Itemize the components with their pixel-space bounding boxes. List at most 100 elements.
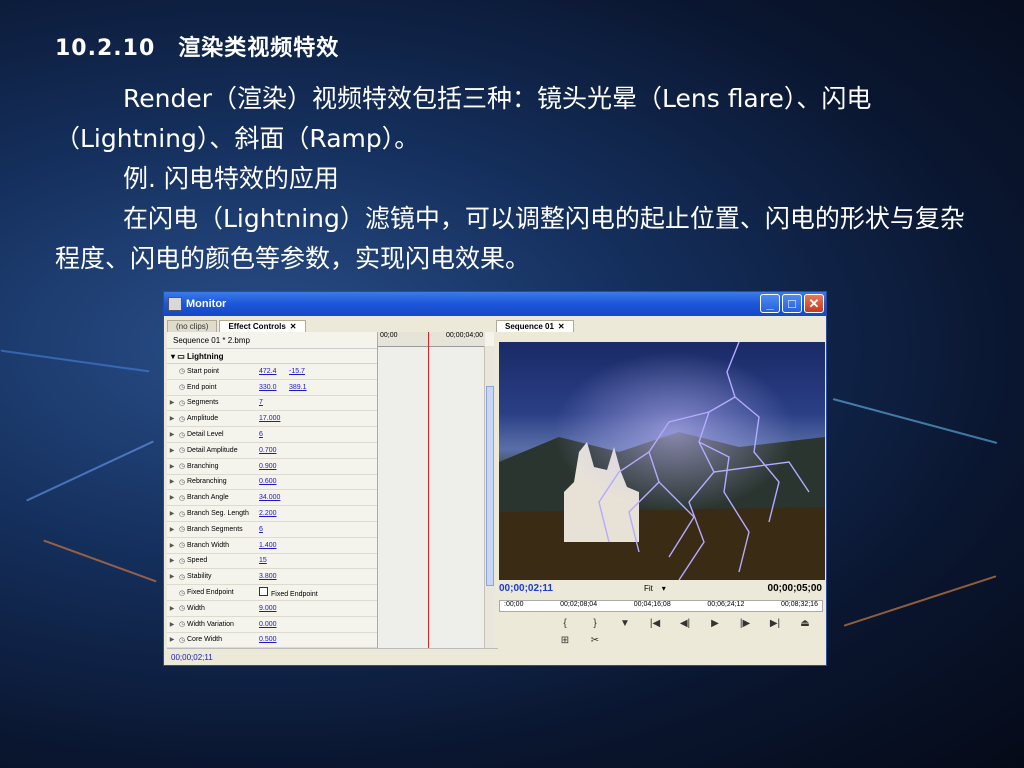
stopwatch-icon[interactable]: ◷ [177,415,187,423]
parameter-row[interactable]: ▶ ◷ Detail Level 6 [167,427,377,443]
close-button[interactable]: ✕ [804,294,824,313]
parameter-row[interactable]: ◷ Start point 472.4 -15.7 [167,364,377,380]
zoom-fit-select[interactable]: Fit ▾ [644,584,666,593]
extract-icon[interactable]: ⊞ [556,635,574,646]
parameter-row[interactable]: ▶ ◷ Stability 3.800 [167,569,377,586]
close-tab-icon[interactable]: ✕ [558,322,565,331]
tab-effect-controls[interactable]: Effect Controls ✕ [219,320,306,332]
stopwatch-icon[interactable]: ◷ [177,478,187,486]
expand-triangle-icon[interactable]: ▶ [167,636,177,643]
go-to-in-icon[interactable]: |◀ [646,618,664,629]
expand-triangle-icon[interactable]: ▶ [167,431,177,438]
go-to-out-icon[interactable]: ▶| [766,618,784,629]
parameter-row[interactable]: ▶ ◷ Branch Width 1.400 [167,537,377,554]
expand-triangle-icon[interactable]: ▶ [167,542,177,549]
maximize-button[interactable]: □ [782,294,802,313]
expand-triangle-icon[interactable]: ▶ [167,463,177,470]
trim-icon[interactable]: ✂ [586,635,604,646]
expand-triangle-icon[interactable]: ▶ [167,447,177,454]
step-back-icon[interactable]: ◀| [676,618,694,629]
parameter-row[interactable]: ▶ ◷ Width Variation 0.000 [167,616,377,633]
video-preview[interactable] [499,342,825,580]
parameter-value[interactable]: 330.0 [259,384,289,391]
stopwatch-icon[interactable]: ◷ [177,399,187,407]
parameter-row[interactable]: ▶ ◷ Speed 15 [167,553,377,570]
expand-triangle-icon[interactable]: ▶ [167,605,177,612]
effect-timeline[interactable]: 00;00 00;00;04;00 [377,332,485,648]
stopwatch-icon[interactable]: ◷ [177,636,187,644]
parameter-row[interactable]: ◷ Fixed Endpoint Fixed Endpoint [167,585,377,601]
play-icon[interactable]: ▶ [706,618,724,629]
stopwatch-icon[interactable]: ◷ [177,525,187,533]
stopwatch-icon[interactable]: ◷ [177,431,187,439]
mark-in-icon[interactable]: { [556,618,574,629]
stopwatch-icon[interactable]: ◷ [177,557,187,565]
stopwatch-icon[interactable]: ◷ [177,510,187,518]
parameter-value[interactable]: 6 [259,431,289,438]
parameter-value[interactable]: 15 [259,557,289,564]
stopwatch-icon[interactable]: ◷ [177,604,187,612]
parameter-value[interactable]: 2.200 [259,510,289,517]
parameter-row[interactable]: ▶ ◷ Segments 7 [167,395,377,412]
current-timecode[interactable]: 00;00;02;11 [499,583,553,594]
expand-triangle-icon[interactable]: ▶ [167,573,177,580]
expand-triangle-icon[interactable]: ▶ [167,621,177,628]
parameter-value-2[interactable]: 389.1 [289,384,319,391]
step-forward-icon[interactable]: |▶ [736,618,754,629]
parameter-value[interactable]: 0.600 [259,478,289,485]
scrollbar-thumb[interactable] [486,386,494,586]
expand-triangle-icon[interactable]: ▶ [167,557,177,564]
tab-no-clips[interactable]: (no clips) [167,320,218,332]
stopwatch-icon[interactable]: ◷ [177,462,187,470]
mark-out-icon[interactable]: } [586,618,604,629]
stopwatch-icon[interactable]: ◷ [177,573,187,581]
footer-timecode[interactable]: 00;00;02;11 [171,653,213,662]
parameter-value[interactable]: 3.800 [259,573,289,580]
parameter-row[interactable]: ▶ ◷ Detail Amplitude 0.700 [167,442,377,459]
stopwatch-icon[interactable]: ◷ [177,589,187,597]
parameter-row[interactable]: ▶ ◷ Amplitude 17.000 [167,411,377,428]
expand-triangle-icon[interactable]: ▶ [167,399,177,406]
parameter-value[interactable]: 17.000 [259,415,289,422]
parameter-value-2[interactable]: -15.7 [289,368,319,375]
expand-triangle-icon[interactable]: ▶ [167,415,177,422]
parameter-value[interactable]: 9.000 [259,605,289,612]
stopwatch-icon[interactable]: ◷ [177,383,187,391]
playhead-line[interactable] [428,332,429,648]
parameter-row[interactable]: ▶ ◷ Branch Angle 34.000 [167,490,377,507]
parameter-value[interactable]: 0.900 [259,463,289,470]
parameter-row[interactable]: ▶ ◷ Core Width 0.500 [167,632,377,649]
stopwatch-icon[interactable]: ◷ [177,541,187,549]
parameter-value[interactable]: 1.400 [259,542,289,549]
expand-triangle-icon[interactable]: ▶ [167,478,177,485]
program-time-ruler[interactable]: :00;00 00;02;08;04 00;04;16;08 00;06;24;12 0… [499,600,823,612]
vertical-scrollbar[interactable] [484,346,495,648]
window-titlebar[interactable]: Monitor _ □ ✕ [164,292,826,316]
lift-icon[interactable]: ⏏ [796,618,814,629]
parameter-row[interactable]: ◷ End point 330.0 389.1 [167,379,377,396]
stopwatch-icon[interactable]: ◷ [177,446,187,454]
parameter-value[interactable]: 0.000 [259,621,289,628]
parameter-row[interactable]: ▶ ◷ Width 9.000 [167,600,377,617]
parameter-row[interactable]: ▶ ◷ Rebranching 0.600 [167,474,377,491]
expand-triangle-icon[interactable]: ▶ [167,526,177,533]
effect-header-lightning[interactable]: ▾ ▭ Lightning [167,349,377,364]
stopwatch-icon[interactable]: ◷ [177,367,187,375]
parameter-value[interactable]: 472.4 [259,368,289,375]
tab-sequence-01[interactable]: Sequence 01 ✕ [496,320,574,332]
stopwatch-icon[interactable]: ◷ [177,494,187,502]
close-tab-icon[interactable]: ✕ [290,322,297,331]
expand-triangle-icon[interactable]: ▶ [167,494,177,501]
set-marker-icon[interactable]: ▼ [616,618,634,629]
parameter-value[interactable]: 6 [259,526,289,533]
parameter-value[interactable]: 0.500 [259,636,289,643]
stopwatch-icon[interactable]: ◷ [177,620,187,628]
parameter-value[interactable]: 34.000 [259,494,289,501]
fixed-endpoint-checkbox[interactable]: Fixed Endpoint [259,587,318,598]
parameter-row[interactable]: ▶ ◷ Branching 0.900 [167,458,377,475]
parameter-row[interactable]: ▶ ◷ Branch Seg. Length 2.200 [167,506,377,522]
parameter-value[interactable]: 7 [259,399,289,406]
parameter-value[interactable]: 0.700 [259,447,289,454]
expand-triangle-icon[interactable]: ▶ [167,510,177,517]
parameter-row[interactable]: ▶ ◷ Branch Segments 6 [167,521,377,538]
